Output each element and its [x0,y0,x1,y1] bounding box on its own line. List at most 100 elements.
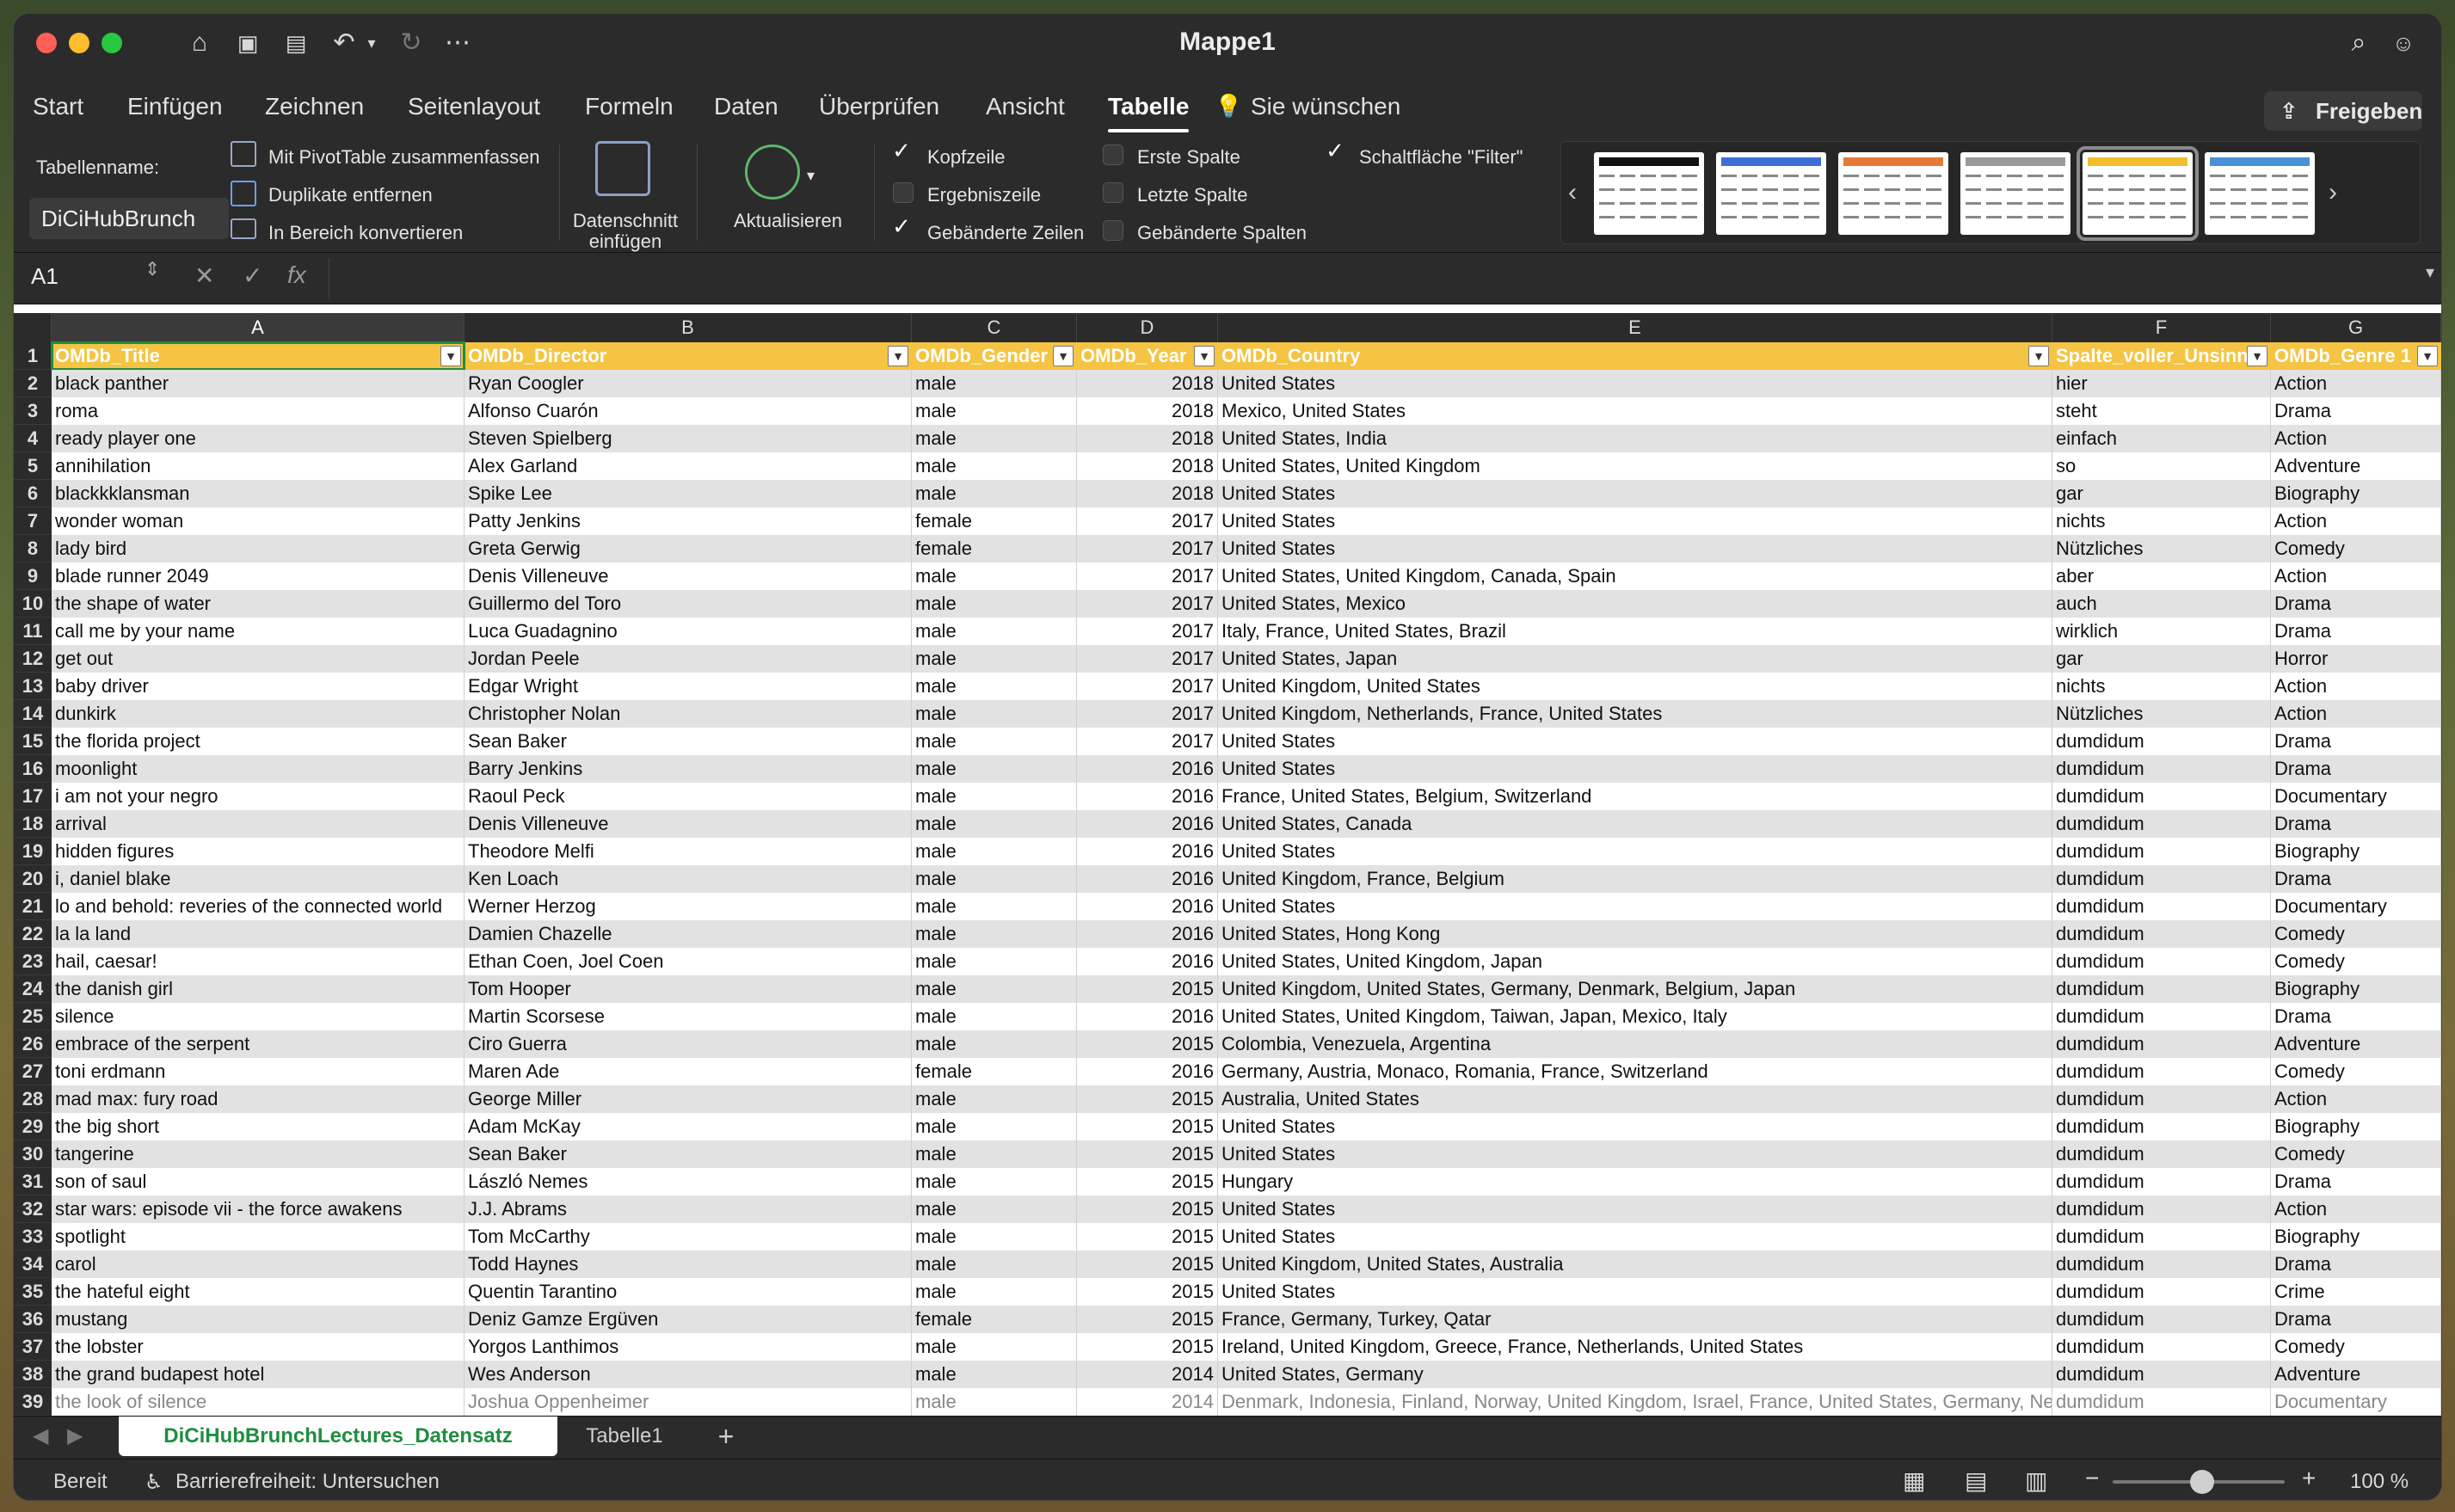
table-cell[interactable]: 2016 [1077,893,1218,920]
table-cell[interactable]: 2014 [1077,1361,1218,1388]
table-cell[interactable]: Ryan Coogler [465,370,912,397]
table-cell[interactable]: Todd Haynes [465,1251,912,1278]
tab-formeln[interactable]: Formeln [585,93,674,120]
expand-formula-icon[interactable]: ▾ [2426,261,2434,283]
table-cell[interactable]: Mexico, United States [1218,397,2052,425]
table-cell[interactable]: blackkklansman [52,480,465,507]
table-cell[interactable]: United States [1218,1113,2052,1140]
table-cell[interactable]: tangerine [52,1140,465,1168]
table-cell[interactable]: toni erdmann [52,1058,465,1085]
row-number[interactable]: 12 [14,645,52,673]
table-cell[interactable]: male [912,1003,1077,1030]
table-cell[interactable]: male [912,1223,1077,1251]
table-cell[interactable]: Drama [2271,728,2441,755]
row-number[interactable]: 18 [14,810,52,838]
table-cell[interactable]: 2018 [1077,397,1218,425]
table-cell[interactable]: male [912,755,1077,783]
table-cell[interactable]: steht [2052,397,2271,425]
table-cell[interactable]: Quentin Tarantino [465,1278,912,1306]
table-cell[interactable]: male [912,783,1077,810]
table-cell[interactable]: blade runner 2049 [52,562,465,590]
table-cell[interactable]: Comedy [2271,1140,2441,1168]
column-header-c[interactable]: C [912,313,1077,342]
table-cell[interactable]: 2016 [1077,755,1218,783]
table-cell[interactable]: the big short [52,1113,465,1140]
tab-ansicht[interactable]: Ansicht [986,93,1065,120]
table-cell[interactable]: Drama [2271,755,2441,783]
table-cell[interactable]: dunkirk [52,700,465,728]
table-cell[interactable]: dumdidum [2052,1085,2271,1113]
table-cell[interactable]: Alfonso Cuarón [465,397,912,425]
row-number[interactable]: 21 [14,893,52,920]
table-cell[interactable]: dumdidum [2052,1030,2271,1058]
table-cell[interactable]: dumdidum [2052,920,2271,948]
table-cell[interactable]: dumdidum [2052,755,2271,783]
table-cell[interactable]: dumdidum [2052,1361,2271,1388]
table-cell[interactable]: Drama [2271,810,2441,838]
table-cell[interactable]: 2015 [1077,975,1218,1003]
row-number[interactable]: 19 [14,838,52,865]
table-cell[interactable]: dumdidum [2052,1333,2271,1361]
table-cell[interactable]: United States [1218,1140,2052,1168]
table-cell[interactable]: 2015 [1077,1251,1218,1278]
table-style-gray[interactable] [1960,152,2070,235]
row-number[interactable]: 27 [14,1058,52,1085]
table-cell[interactable]: Joshua Oppenheimer [465,1388,912,1416]
filter-dropdown-icon[interactable]: ▼ [2028,346,2049,366]
tab-start[interactable]: Start [33,93,83,120]
table-cell[interactable]: female [912,1058,1077,1085]
table-cell[interactable]: hier [2052,370,2271,397]
table-cell[interactable]: Drama [2271,1306,2441,1333]
table-cell[interactable]: Action [2271,562,2441,590]
table-cell[interactable]: male [912,562,1077,590]
row-number[interactable]: 25 [14,1003,52,1030]
table-cell[interactable]: Sean Baker [465,1140,912,1168]
share-button[interactable]: ⇪ Freigeben [2264,91,2422,131]
header-row-checkbox[interactable]: ✓ [891,139,912,162]
table-cell[interactable]: dumdidum [2052,1278,2271,1306]
table-cell[interactable]: male [912,673,1077,700]
table-cell[interactable]: ready player one [52,425,465,452]
table-cell[interactable]: silence [52,1003,465,1030]
table-cell[interactable]: Documentary [2271,893,2441,920]
table-cell[interactable]: Deniz Gamze Ergüven [465,1306,912,1333]
filter-dropdown-icon[interactable]: ▼ [440,346,461,366]
zoom-level[interactable]: 100 % [2350,1470,2409,1494]
table-cell[interactable]: auch [2052,590,2271,618]
table-cell[interactable]: United States [1218,893,2052,920]
table-cell[interactable]: Comedy [2271,535,2441,562]
table-cell[interactable]: 2017 [1077,618,1218,645]
table-cell[interactable]: Nützliches [2052,535,2271,562]
table-cell[interactable]: United States, Germany [1218,1361,2052,1388]
table-style-gold-selected[interactable] [2077,146,2199,241]
table-cell[interactable]: United States [1218,1195,2052,1223]
table-cell[interactable]: wirklich [2052,618,2271,645]
row-number[interactable]: 4 [14,425,52,452]
table-cell[interactable]: 2018 [1077,452,1218,480]
table-cell[interactable]: Damien Chazelle [465,920,912,948]
table-cell[interactable]: hidden figures [52,838,465,865]
tab-tabelle[interactable]: Tabelle [1108,93,1190,132]
table-cell[interactable]: Biography [2271,480,2441,507]
table-cell[interactable]: male [912,1251,1077,1278]
row-number[interactable]: 2 [14,370,52,397]
table-cell[interactable]: 2016 [1077,1058,1218,1085]
row-number[interactable]: 39 [14,1388,52,1416]
row-number[interactable]: 32 [14,1195,52,1223]
table-cell[interactable]: star wars: episode vii - the force awake… [52,1195,465,1223]
table-cell[interactable]: carol [52,1251,465,1278]
table-cell[interactable]: Denis Villeneuve [465,562,912,590]
table-cell[interactable]: United States, United Kingdom, Canada, S… [1218,562,2052,590]
table-cell[interactable]: nichts [2052,507,2271,535]
table-cell[interactable]: dumdidum [2052,948,2271,975]
table-cell[interactable]: Ken Loach [465,865,912,893]
table-cell[interactable]: male [912,1195,1077,1223]
column-header-a[interactable]: A [52,313,465,342]
column-header-e[interactable]: E [1218,313,2052,342]
table-cell[interactable]: Action [2271,700,2441,728]
table-cell[interactable]: Comedy [2271,1058,2441,1085]
table-cell[interactable]: Crime [2271,1278,2441,1306]
table-cell[interactable]: male [912,948,1077,975]
table-cell[interactable]: United States [1218,480,2052,507]
table-cell[interactable]: male [912,1278,1077,1306]
